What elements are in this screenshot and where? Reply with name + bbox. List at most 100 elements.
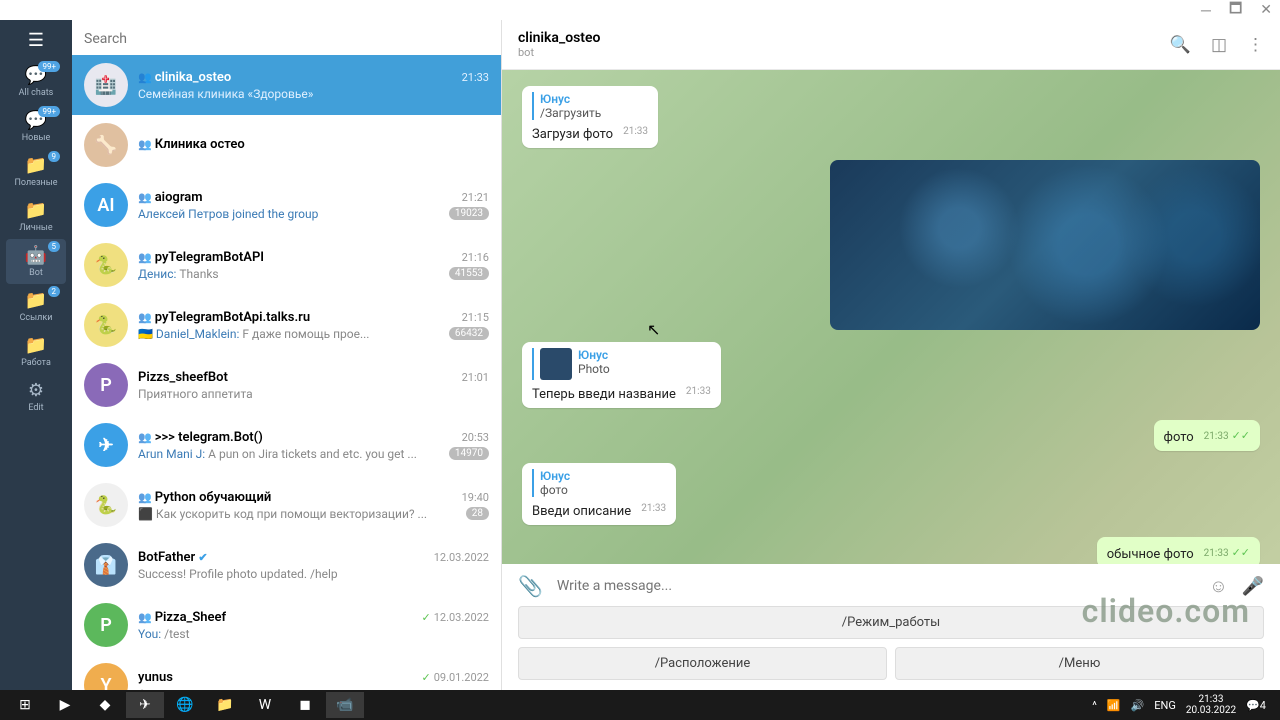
sidebar-icon[interactable]: ◫ [1211, 35, 1227, 55]
chat-time: 21:21 [462, 191, 489, 204]
chat-name: 👥>>> telegram.Bot() [138, 430, 263, 445]
keyboard-button[interactable]: /Меню [895, 647, 1264, 680]
message-in[interactable]: ЮнусPhotoТеперь введи название21:33 [522, 342, 721, 408]
taskbar-app[interactable]: 🌐 [166, 692, 204, 718]
reply-quote[interactable]: Юнус/Загрузить [532, 92, 648, 120]
badge: 99+ [38, 61, 60, 72]
chat-name: 👥Pizza_Sheef [138, 610, 226, 625]
chat-preview: Приятного аппетита [138, 387, 253, 401]
chat-time: 19:40 [462, 491, 489, 504]
folder-Полезные[interactable]: 📁Полезные9 [6, 149, 66, 194]
folder-Ссылки[interactable]: 📁Ссылки2 [6, 284, 66, 329]
maximize-button[interactable]: 🗖 [1229, 0, 1242, 22]
more-icon[interactable]: ⋮ [1247, 35, 1264, 55]
message-in[interactable]: Юнус/ЗагрузитьЗагрузи фото21:33 [522, 86, 658, 148]
folder-icon: 📁 [6, 335, 66, 356]
chat-subtitle: bot [518, 46, 1170, 59]
chat-item[interactable]: ✈ 👥>>> telegram.Bot()20:53 Arun Mani J: … [72, 415, 501, 475]
taskbar-app[interactable]: ◼ [286, 692, 324, 718]
chat-time: 21:16 [462, 251, 489, 264]
taskbar-app[interactable]: ⊞ [6, 692, 44, 718]
chat-item[interactable]: P Pizzs_sheefBot21:01 Приятного аппетита [72, 355, 501, 415]
chat-item[interactable]: 🐍 👥Python обучающий19:40 ⬛ Как ускорить … [72, 475, 501, 535]
chat-item[interactable]: 🦴 👥Клиника остео [72, 115, 501, 175]
chat-time: ✓12.03.2022 [422, 611, 489, 624]
chat-name: 👥pyTelegramBotAPI [138, 250, 264, 265]
menu-icon[interactable]: ☰ [28, 30, 44, 51]
chat-time: ✓09.01.2022 [422, 671, 489, 684]
reply-thumb-icon [540, 348, 572, 380]
message-input[interactable] [557, 578, 1195, 594]
folder-Личные[interactable]: 📁Личные [6, 194, 66, 239]
close-button[interactable]: ✕ [1260, 2, 1272, 18]
chat-name: 👥Python обучающий [138, 490, 271, 505]
chat-name: 👥Клиника остео [138, 137, 245, 152]
search-icon[interactable]: 🔍 [1170, 35, 1191, 55]
chat-preview: 🇺🇦 Daniel_Maklein: F даже помощь прое... [138, 327, 369, 341]
chat-time: 21:01 [462, 371, 489, 384]
chat-name: BotFather ✔ [138, 550, 208, 565]
mic-icon[interactable]: 🎤 [1242, 576, 1264, 597]
attach-icon[interactable]: 📎 [518, 574, 543, 598]
chat-item[interactable]: AI 👥aiogram21:21 Алексей Петров joined t… [72, 175, 501, 235]
chat-item[interactable]: 👔 BotFather ✔12.03.2022 Success! Profile… [72, 535, 501, 595]
keyboard-button[interactable]: /Расположение [518, 647, 887, 680]
chat-preview: ⬛ Как ускорить код при помощи векторизац… [138, 507, 427, 521]
taskbar-app[interactable]: ✈ [126, 692, 164, 718]
chat-name: yunus [138, 670, 173, 685]
message-in[interactable]: ЮнусфотоВведи описание21:33 [522, 463, 676, 525]
photo-message[interactable] [830, 160, 1260, 330]
avatar: P [84, 363, 128, 407]
chat-item[interactable]: 🏥 👥clinika_osteo21:33 Семейная клиника «… [72, 55, 501, 115]
lang-indicator[interactable]: ENG [1154, 699, 1176, 712]
read-checks-icon: ✓✓ [1232, 546, 1250, 559]
chat-item[interactable]: 🐍 👥pyTelegramBotApi.talks.ru21:15 🇺🇦 Dan… [72, 295, 501, 355]
taskbar[interactable]: ⊞▶◆✈🌐📁W◼📹^📶🔊ENG21:3320.03.2022💬4 [0, 690, 1280, 720]
taskbar-app[interactable]: ◆ [86, 692, 124, 718]
chat-preview: Денис: Thanks [138, 267, 219, 281]
chat-preview: /start [138, 687, 168, 691]
keyboard-button[interactable]: /Режим_работы [518, 606, 1264, 639]
taskbar-app[interactable]: W [246, 692, 284, 718]
avatar: Y [84, 663, 128, 690]
reply-quote[interactable]: ЮнусPhoto [532, 348, 711, 380]
folder-Работа[interactable]: 📁Работа [6, 329, 66, 374]
folder-rail: ☰ 💬All chats99+💬Новые99+📁Полезные9📁Личные… [0, 20, 72, 690]
wifi-icon[interactable]: 📶 [1107, 699, 1121, 712]
unread-badge: 28 [466, 507, 489, 520]
chat-name: 👥aiogram [138, 190, 203, 205]
search-input[interactable] [84, 31, 489, 47]
folder-Новые[interactable]: 💬Новые99+ [6, 104, 66, 149]
minimize-button[interactable]: ─ [1201, 2, 1211, 19]
unread-badge: 66432 [449, 327, 489, 340]
taskbar-app[interactable]: 📁 [206, 692, 244, 718]
folder-Edit[interactable]: ⚙Edit [6, 374, 66, 419]
avatar: 👔 [84, 543, 128, 587]
folder-All chats[interactable]: 💬All chats99+ [6, 59, 66, 104]
folder-icon: ⚙ [6, 380, 66, 401]
chat-item[interactable]: Y yunus ✓09.01.2022 /start [72, 655, 501, 690]
taskbar-app[interactable]: 📹 [326, 692, 364, 718]
chat-time: 21:33 [462, 71, 489, 84]
message-out[interactable]: фото21:33✓✓ [1154, 420, 1260, 451]
system-tray[interactable]: ^📶🔊ENG21:3320.03.2022💬4 [1092, 694, 1274, 716]
chat-time: 12.03.2022 [434, 551, 489, 564]
emoji-icon[interactable]: ☺ [1209, 576, 1227, 597]
reply-quote[interactable]: Юнусфото [532, 469, 666, 497]
chat-item[interactable]: 🐍 👥pyTelegramBotAPI21:16 Денис: Thanks41… [72, 235, 501, 295]
badge: 99+ [38, 106, 60, 117]
badge: 2 [48, 286, 61, 297]
search-box[interactable] [72, 20, 501, 55]
avatar: 🏥 [84, 63, 128, 107]
chat-name: 👥clinika_osteo [138, 70, 231, 85]
messages-area[interactable]: Юнус/ЗагрузитьЗагрузи фото21:33 ЮнусPhoto… [502, 70, 1280, 564]
sound-icon[interactable]: 🔊 [1131, 699, 1145, 712]
clock[interactable]: 21:3320.03.2022 [1186, 694, 1236, 716]
message-out[interactable]: обычное фото21:33✓✓ [1097, 537, 1260, 564]
taskbar-app[interactable]: ▶ [46, 692, 84, 718]
notification-icon[interactable]: 💬4 [1246, 699, 1266, 712]
chat-title: clinika_osteo [518, 30, 1170, 46]
chat-item[interactable]: P 👥Pizza_Sheef✓12.03.2022 You: /test [72, 595, 501, 655]
chat-header[interactable]: clinika_osteo bot 🔍 ◫ ⋮ [502, 20, 1280, 70]
folder-Bot[interactable]: 🤖Bot5 [6, 239, 66, 284]
